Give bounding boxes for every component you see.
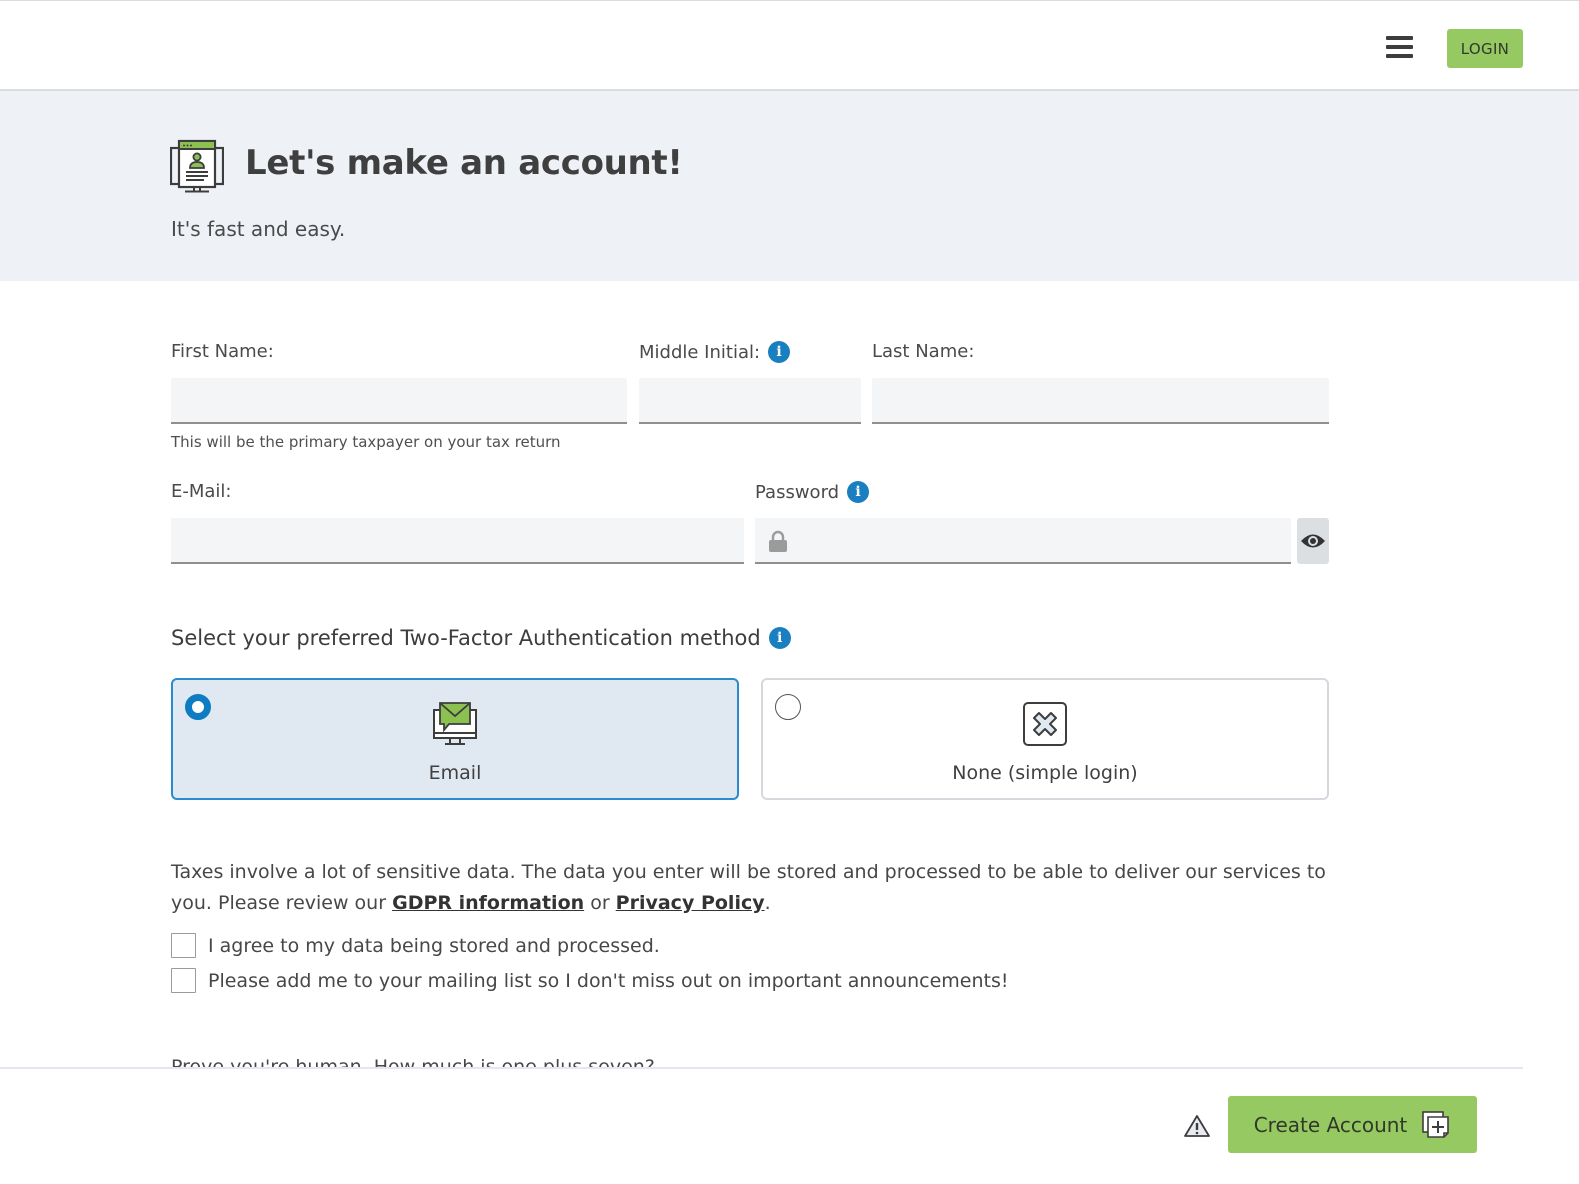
info-icon[interactable]: i [768,341,791,363]
consent-checkbox-row[interactable]: I agree to my data being stored and proc… [171,933,660,958]
eye-icon [1301,534,1325,548]
page-title: Let's make an account! [245,143,683,183]
hamburger-menu-icon[interactable] [1386,36,1414,62]
add-document-icon [1422,1110,1450,1138]
mailing-list-checkbox-row[interactable]: Please add me to your mailing list so I … [171,968,1009,993]
warning-icon[interactable] [1184,1114,1210,1138]
option-email-label: Email [428,762,482,784]
account-profile-monitor-icon [170,139,224,193]
middle-initial-label-text: Middle Initial: [639,341,761,363]
first-name-hint: This will be the primary taxpayer on you… [171,433,561,451]
last-name-label: Last Name: [872,341,974,362]
data-consent-label: I agree to my data being stored and proc… [208,934,660,957]
data-consent-checkbox[interactable] [171,933,196,958]
mailing-list-checkbox[interactable] [171,968,196,993]
two-factor-heading-text: Select your preferred Two-Factor Authent… [171,626,761,650]
password-label-text: Password [755,481,840,503]
x-square-icon [1023,702,1067,746]
first-name-label: First Name: [171,341,274,362]
email-label: E-Mail: [171,481,232,502]
middle-initial-label: Middle Initial: i [639,341,791,363]
email-input[interactable] [171,518,744,564]
password-label: Password i [755,481,870,503]
create-account-button[interactable]: Create Account [1228,1096,1477,1153]
create-account-label: Create Account [1253,1112,1408,1137]
option-none-label: None (simple login) [952,762,1138,784]
first-name-input[interactable] [171,378,627,424]
first-name-label-text: First Name: [171,341,274,362]
notice-text-after: . [764,892,771,914]
sticky-footer: Create Account [0,1067,1579,1184]
two-factor-heading: Select your preferred Two-Factor Authent… [171,626,791,650]
lock-icon [769,530,787,552]
footer-divider [0,1067,1523,1069]
password-input[interactable] [755,518,1291,564]
info-icon[interactable]: i [847,481,870,503]
email-monitor-icon [433,702,477,745]
last-name-label-text: Last Name: [872,341,975,362]
privacy-policy-link[interactable]: Privacy Policy [616,892,765,914]
two-factor-option-none[interactable]: None (simple login) [761,678,1329,800]
info-icon[interactable]: i [768,627,791,649]
middle-initial-input[interactable] [639,378,861,424]
radio-email-selected[interactable] [185,694,211,720]
hero-banner: Let's make an account! It's fast and eas… [0,91,1579,281]
data-processing-notice: Taxes involve a lot of sensitive data. T… [171,857,1341,919]
top-navigation-bar: LOGIN [0,0,1579,91]
show-password-button[interactable] [1297,518,1329,564]
page-subtitle: It's fast and easy. [171,217,346,241]
mailing-list-label: Please add me to your mailing list so I … [208,969,1009,992]
captcha-question: Prove you're human. How much is one plus… [171,1056,655,1067]
email-label-text: E-Mail: [171,481,232,502]
two-factor-option-email[interactable]: Email [171,678,739,800]
gdpr-information-link[interactable]: GDPR information [392,892,584,914]
notice-text-middle: or [584,892,616,914]
radio-none-unselected[interactable] [775,694,801,720]
last-name-input[interactable] [872,378,1329,424]
login-button[interactable]: LOGIN [1447,29,1523,68]
